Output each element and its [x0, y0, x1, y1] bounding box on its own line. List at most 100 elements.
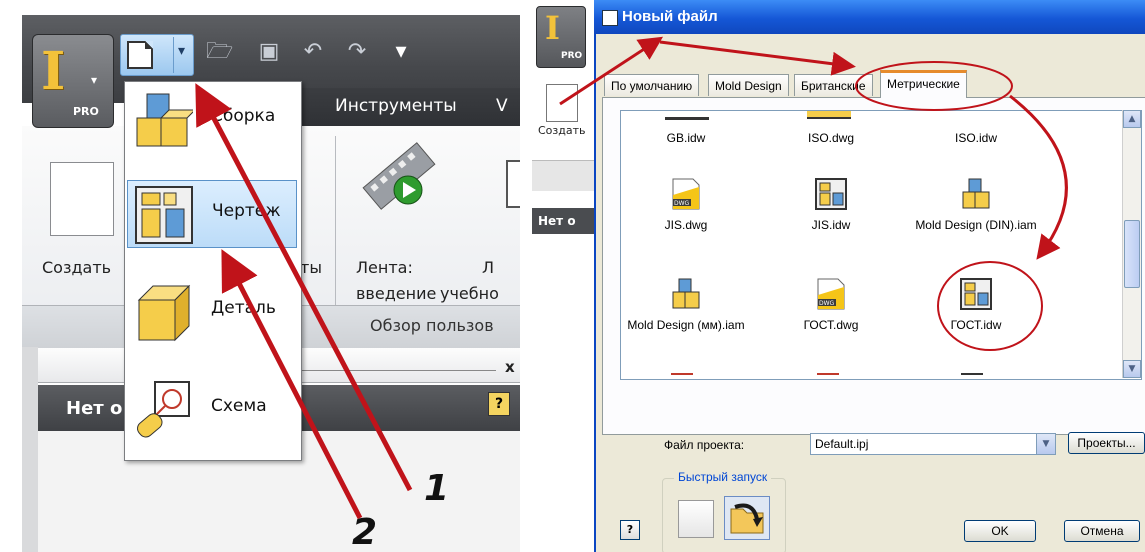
template-list-scrollbar[interactable]: ▲ ▼: [1122, 110, 1141, 378]
ribbon-group-label: Обзор пользов: [370, 316, 494, 335]
inventor-logo-button[interactable]: I ▾ PRO: [32, 34, 114, 128]
clipped-icon: [671, 373, 693, 379]
file-name: JIS.dwg: [664, 218, 708, 232]
menu-item-drawing[interactable]: Чертеж: [127, 180, 297, 248]
tab-british[interactable]: Британские: [794, 74, 873, 96]
new-file-button[interactable]: ▾: [120, 34, 194, 76]
menu-item-assembly[interactable]: Сборка: [127, 86, 297, 154]
scroll-thumb[interactable]: [1124, 220, 1140, 288]
new-document-icon[interactable]: [546, 84, 578, 122]
file-name: Mold Design (DIN).iam: [915, 218, 1037, 232]
file-name: GB.idw: [666, 131, 706, 145]
projects-button[interactable]: Проекты...: [1068, 432, 1145, 454]
file-item[interactable]: DWG ГОСТ.dwg: [766, 277, 896, 332]
ribbon-tutorial-label[interactable]: учебно: [440, 284, 499, 303]
logo-pro-label: PRO: [561, 51, 583, 61]
file-name: ГОСТ.dwg: [803, 318, 859, 332]
ok-button[interactable]: OK: [964, 520, 1036, 542]
file-item[interactable]: JIS.idw: [766, 177, 896, 232]
inventor-logo-button[interactable]: I PRO: [536, 6, 586, 68]
scroll-down-icon[interactable]: ▼: [1123, 360, 1141, 378]
browser-title: Нет о: [66, 398, 123, 419]
menu-item-part[interactable]: Деталь: [127, 278, 297, 346]
new-document-icon[interactable]: [678, 500, 714, 538]
menu-item-label: Сборка: [211, 106, 276, 126]
presentation-icon: [137, 381, 190, 438]
chevron-down-icon[interactable]: ▼: [1036, 434, 1055, 454]
new-file-dropdown: Сборка Чертеж Деталь Схема: [124, 81, 302, 461]
file-item[interactable]: ГОСТ.idw: [911, 277, 1041, 332]
part-icon: [137, 284, 191, 342]
split-divider: [173, 37, 174, 73]
redo-icon[interactable]: ↷: [344, 40, 370, 64]
tab-partial[interactable]: V: [496, 96, 508, 116]
project-file-value: Default.ipj: [815, 437, 869, 451]
file-name: JIS.idw: [811, 218, 851, 232]
file-name: Mold Design (мм).iam: [627, 318, 745, 332]
open-file-button[interactable]: [724, 496, 770, 540]
assembly-file-icon: [962, 178, 990, 209]
customize-qat-icon[interactable]: ▾: [388, 40, 414, 64]
menu-item-label: Схема: [211, 396, 267, 416]
divider: [300, 370, 496, 371]
chevron-down-icon[interactable]: ▾: [178, 43, 185, 59]
dialog-title: Новый файл: [622, 8, 718, 25]
new-document-icon[interactable]: [50, 162, 114, 236]
new-file-screen: I PRO Создать Нет о Новый файл По умолча…: [532, 0, 1145, 552]
inventor-window: Инструменты V Создать ты Лента: введение…: [0, 0, 520, 552]
file-item[interactable]: Mold Design (мм).iam: [621, 277, 751, 332]
menu-item-label: Деталь: [211, 298, 276, 318]
chevron-down-icon: ▾: [91, 73, 98, 87]
tab-default[interactable]: По умолчанию: [604, 74, 700, 96]
scroll-up-icon[interactable]: ▲: [1123, 110, 1141, 128]
clipped-icon: [807, 111, 851, 119]
ribbon-intro-label[interactable]: введение: [356, 284, 436, 303]
ribbon-create-label[interactable]: Создать: [42, 258, 111, 277]
tab-tools[interactable]: Инструменты: [335, 96, 457, 116]
project-file-select[interactable]: Default.ipj ▼: [810, 433, 1056, 455]
menu-item-label: Чертеж: [212, 201, 281, 221]
file-name: ISO.dwg: [807, 131, 855, 145]
app-dark-title: Нет о: [538, 214, 576, 228]
help-icon[interactable]: ?: [488, 392, 510, 416]
book-icon[interactable]: [506, 160, 520, 208]
idw-file-icon: [960, 278, 992, 310]
file-name: ГОСТ.idw: [950, 318, 1002, 332]
project-file-label: Файл проекта:: [664, 438, 745, 452]
inventor-logo-icon: I: [41, 41, 66, 102]
file-item[interactable]: DWG JIS.dwg: [621, 177, 751, 232]
cancel-button[interactable]: Отмена: [1064, 520, 1140, 542]
left-edge: [22, 347, 38, 552]
file-item[interactable]: ISO.idw: [911, 131, 1041, 145]
file-item[interactable]: GB.idw: [621, 131, 751, 145]
tab-mold-design[interactable]: Mold Design: [708, 74, 789, 96]
document-icon: [602, 10, 618, 26]
ribbon-tape-label[interactable]: Лента:: [356, 258, 413, 277]
quick-launch-label: Быстрый запуск: [674, 470, 772, 484]
help-icon[interactable]: ?: [620, 520, 640, 540]
assembly-icon: [136, 93, 193, 147]
clipped-icon: [961, 373, 983, 379]
file-item[interactable]: Mold Design (DIN).iam: [911, 177, 1041, 232]
dwg-badge: DWG: [674, 200, 690, 207]
file-name: ISO.idw: [954, 131, 997, 145]
ribbon-partial-label: ты: [300, 258, 322, 277]
open-folder-icon: [730, 503, 764, 534]
video-film-icon[interactable]: [356, 136, 442, 216]
save-icon[interactable]: ▣: [256, 40, 282, 64]
drawing-icon: [135, 186, 193, 244]
undo-icon[interactable]: ↶: [300, 40, 326, 64]
idw-file-icon: [815, 178, 847, 210]
dwg-file-icon: DWG: [672, 178, 700, 210]
ribbon-l-label[interactable]: Л: [482, 258, 494, 277]
open-folder-icon[interactable]: 🗁: [206, 40, 233, 64]
app-create-label[interactable]: Создать: [538, 124, 586, 137]
close-icon[interactable]: x: [505, 358, 515, 376]
tab-metric[interactable]: Метрические: [880, 70, 967, 98]
file-item[interactable]: ISO.dwg: [766, 131, 896, 145]
clipped-icon: [817, 373, 839, 379]
template-list: GB.idw ISO.dwg ISO.idw DWG JIS.dwg JIS.i…: [620, 110, 1142, 380]
assembly-file-icon: [672, 278, 700, 309]
menu-item-schema[interactable]: Схема: [127, 376, 297, 444]
logo-pro-label: PRO: [73, 105, 99, 118]
